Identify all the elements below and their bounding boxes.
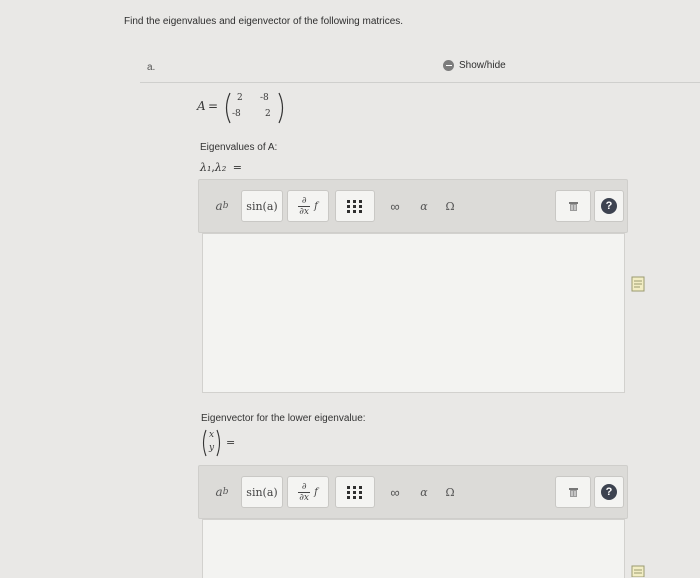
collapse-icon (443, 60, 454, 71)
eigenvector-answer-box[interactable] (202, 519, 625, 578)
alpha-button[interactable]: α (413, 476, 435, 508)
matrix-definition: A = 2 -8 -8 2 (197, 91, 297, 125)
lambda2-symbol: λ₂ (214, 161, 227, 174)
power-button[interactable]: ab (207, 190, 237, 222)
omega-button[interactable]: Ω (439, 476, 461, 508)
lambda1-symbol: λ₁ (200, 161, 212, 174)
help-icon: ? (601, 484, 617, 500)
trash-icon (568, 201, 578, 211)
eigenvector-equation: x y = (200, 428, 260, 458)
delete-button[interactable] (555, 476, 591, 508)
derivative-button[interactable]: ∂ ∂x f (287, 476, 329, 508)
part-divider (140, 82, 700, 83)
infinity-button[interactable]: ∞ (381, 476, 409, 508)
math-toolbar: ab sin(a) ∂ ∂x f ∞ α Ω ? (198, 179, 628, 233)
infinity-button[interactable]: ∞ (381, 190, 409, 222)
note-icon[interactable] (631, 565, 645, 577)
power-button[interactable]: ab (207, 476, 237, 508)
matrix-cell: -8 (260, 93, 269, 103)
help-button[interactable]: ? (594, 190, 624, 222)
math-toolbar: ab sin(a) ∂ ∂x f ∞ α Ω ? (198, 465, 628, 519)
derivative-button[interactable]: ∂ ∂x f (287, 190, 329, 222)
eigenvalues-answer-box[interactable] (202, 233, 625, 393)
matrix-cell: 2 (265, 109, 271, 119)
note-icon[interactable] (631, 276, 645, 292)
matrix-grid-icon (347, 199, 363, 213)
matrix-cell: -8 (232, 109, 241, 119)
help-icon: ? (601, 198, 617, 214)
matrix-button[interactable] (335, 476, 375, 508)
eigenvector-label: Eigenvector for the lower eigenvalue: (201, 413, 366, 424)
sin-button[interactable]: sin(a) (241, 190, 283, 222)
delete-button[interactable] (555, 190, 591, 222)
matrix-equals: = (208, 99, 219, 113)
vector-left-paren (202, 429, 207, 457)
help-button[interactable]: ? (594, 476, 624, 508)
vector-right-paren (216, 429, 221, 457)
trash-icon (568, 487, 578, 497)
matrix-grid-icon (347, 485, 363, 499)
show-hide-button[interactable]: Show/hide (443, 60, 506, 71)
matrix-cell: 2 (237, 93, 243, 103)
matrix-name: A (197, 99, 206, 113)
matrix-right-paren (278, 92, 284, 124)
question-prompt: Find the eigenvalues and eigenvector of … (124, 16, 404, 27)
omega-button[interactable]: Ω (439, 190, 461, 222)
eigenvalues-equation: λ₁,λ₂ = (200, 161, 242, 174)
matrix-left-paren (225, 92, 231, 124)
alpha-button[interactable]: α (413, 190, 435, 222)
show-hide-label: Show/hide (459, 60, 506, 71)
part-label: a. (147, 62, 156, 73)
sin-button[interactable]: sin(a) (241, 476, 283, 508)
eigenvalues-label: Eigenvalues of A: (200, 142, 278, 153)
matrix-button[interactable] (335, 190, 375, 222)
